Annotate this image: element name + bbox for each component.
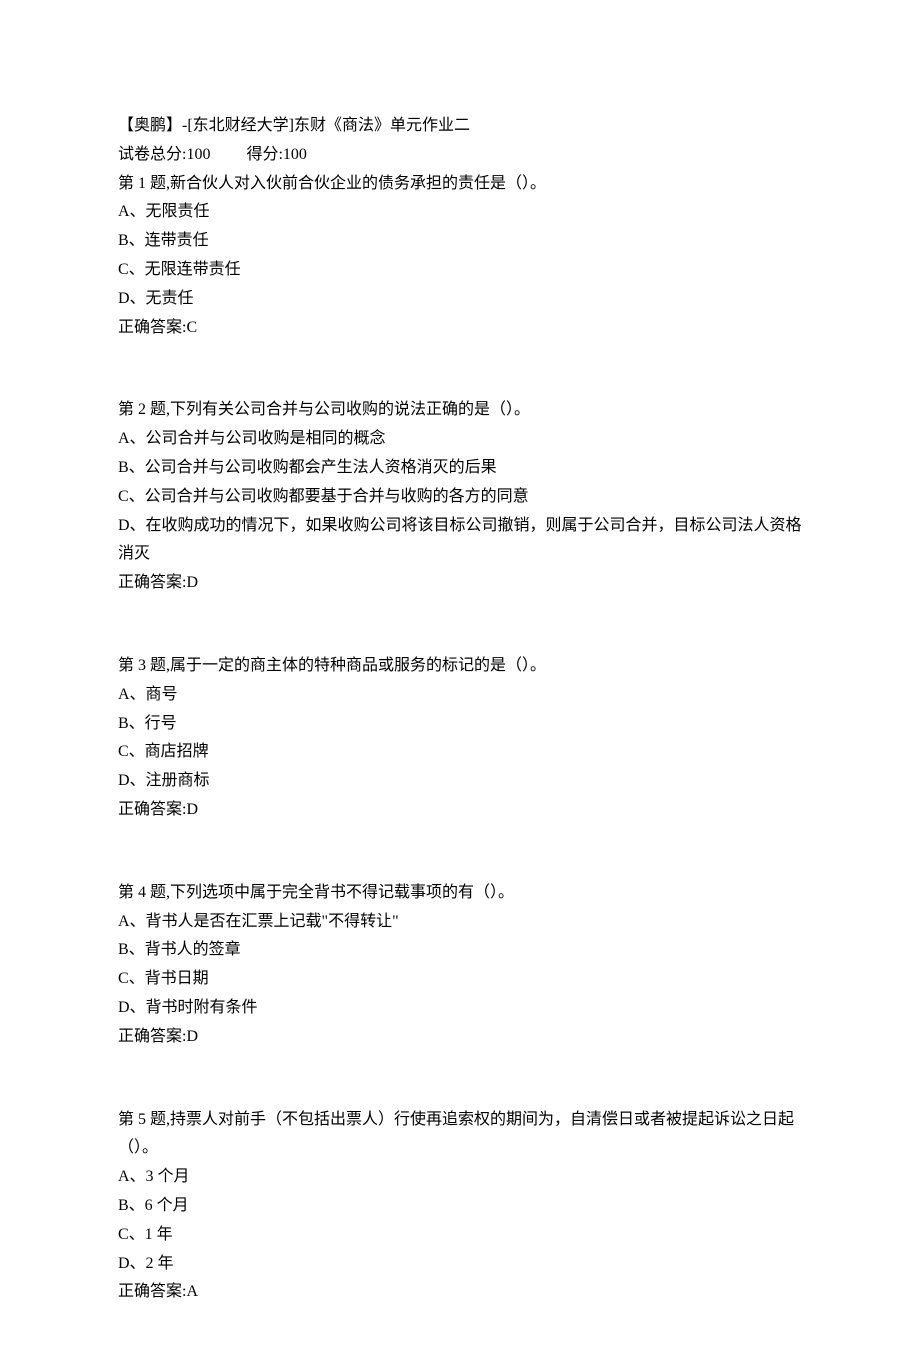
question-option: B、6 个月 [118,1192,802,1221]
answer-value: A [186,1283,198,1300]
question-option: A、3 个月 [118,1163,802,1192]
question-option: D、背书时附有条件 [118,994,802,1023]
answer-value: D [186,801,198,818]
answer-label: 正确答案: [118,1283,186,1300]
question-prompt: 第 4 题,下列选项中属于完全背书不得记载事项的有（）。 [118,879,802,908]
answer-label: 正确答案: [118,801,186,818]
answer-label: 正确答案: [118,574,186,591]
question-block: 第 2 题,下列有关公司合并与公司收购的说法正确的是（）。 A、公司合并与公司收… [118,396,802,598]
question-option: B、行号 [118,710,802,739]
question-answer: 正确答案:A [118,1278,802,1307]
question-option: B、连带责任 [118,227,802,256]
score-total-value: 100 [186,146,210,163]
question-option: A、背书人是否在汇票上记载"不得转让" [118,908,802,937]
question-option: D、在收购成功的情况下，如果收购公司将该目标公司撤销，则属于公司合并，目标公司法… [118,512,802,570]
question-option: A、公司合并与公司收购是相同的概念 [118,425,802,454]
score-obtained-label: 得分: [246,146,282,163]
question-block: 第 1 题,新合伙人对入伙前合伙企业的债务承担的责任是（）。 A、无限责任 B、… [118,170,802,343]
score-total-label: 试卷总分: [118,146,186,163]
question-prompt: 第 5 题,持票人对前手（不包括出票人）行使再追索权的期间为，自清偿日或者被提起… [118,1106,802,1164]
score-line: 试卷总分:100得分:100 [118,141,802,170]
answer-value: D [186,574,198,591]
question-option: A、商号 [118,681,802,710]
question-option: C、无限连带责任 [118,256,802,285]
score-obtained-value: 100 [283,146,307,163]
question-block: 第 3 题,属于一定的商主体的特种商品或服务的标记的是（）。 A、商号 B、行号… [118,652,802,825]
question-option: A、无限责任 [118,198,802,227]
question-answer: 正确答案:C [118,314,802,343]
question-option: C、商店招牌 [118,738,802,767]
question-prompt: 第 1 题,新合伙人对入伙前合伙企业的债务承担的责任是（）。 [118,170,802,199]
question-answer: 正确答案:D [118,796,802,825]
answer-value: D [186,1028,198,1045]
question-option: D、注册商标 [118,767,802,796]
answer-label: 正确答案: [118,1028,186,1045]
question-option: B、公司合并与公司收购都会产生法人资格消灭的后果 [118,454,802,483]
question-option: D、2 年 [118,1250,802,1279]
question-option: C、1 年 [118,1221,802,1250]
question-option: C、背书日期 [118,965,802,994]
question-option: B、背书人的签章 [118,936,802,965]
answer-label: 正确答案: [118,319,186,336]
answer-value: C [186,319,197,336]
document-title: 【奥鹏】-[东北财经大学]东财《商法》单元作业二 [118,112,802,141]
document-page: 【奥鹏】-[东北财经大学]东财《商法》单元作业二 试卷总分:100得分:100 … [0,0,920,1307]
question-option: D、无责任 [118,285,802,314]
question-prompt: 第 2 题,下列有关公司合并与公司收购的说法正确的是（）。 [118,396,802,425]
question-block: 第 5 题,持票人对前手（不包括出票人）行使再追索权的期间为，自清偿日或者被提起… [118,1106,802,1308]
question-answer: 正确答案:D [118,1023,802,1052]
question-option: C、公司合并与公司收购都要基于合并与收购的各方的同意 [118,483,802,512]
question-block: 第 4 题,下列选项中属于完全背书不得记载事项的有（）。 A、背书人是否在汇票上… [118,879,802,1052]
question-answer: 正确答案:D [118,569,802,598]
question-prompt: 第 3 题,属于一定的商主体的特种商品或服务的标记的是（）。 [118,652,802,681]
